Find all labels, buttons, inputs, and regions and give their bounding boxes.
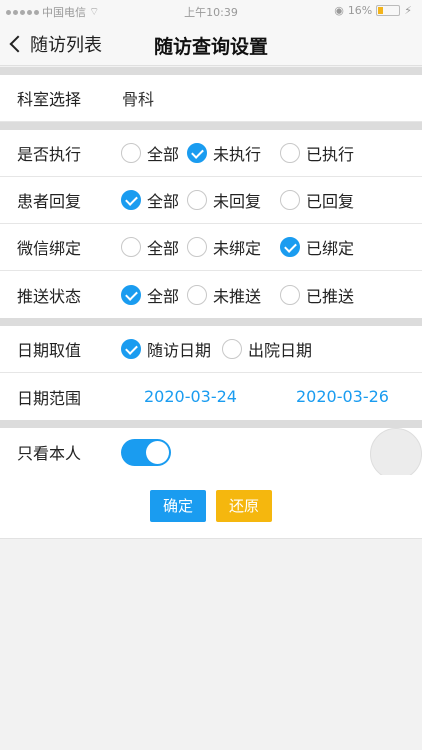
settings-form: 科室选择 骨科 是否执行 全部 未执行 已执行 患者回复 全部 未回复 已回复 … bbox=[0, 67, 422, 475]
push-label: 推送状态 bbox=[17, 286, 82, 306]
option-label: 未推送 bbox=[213, 286, 262, 306]
radio-icon[interactable] bbox=[187, 284, 207, 305]
option-label: 全部 bbox=[147, 286, 180, 306]
option-label: 未绑定 bbox=[213, 239, 262, 258]
assistive-touch-button[interactable] bbox=[370, 428, 422, 480]
executed-label: 是否执行 bbox=[17, 145, 82, 164]
push-option-all[interactable]: 全部 bbox=[121, 283, 179, 307]
battery-icon bbox=[376, 5, 401, 16]
status-right: ◉ 16% ⚡ bbox=[334, 4, 412, 17]
push-row: 推送状态 全部 未推送 已推送 bbox=[0, 271, 422, 318]
reply-label: 患者回复 bbox=[17, 192, 82, 211]
status-bar: 中国电信 ⌔ 上午10:39 ◉ 16% ⚡ bbox=[0, 0, 422, 22]
push-option-not-pushed[interactable]: 未推送 bbox=[187, 283, 261, 307]
option-label: 未执行 bbox=[213, 145, 262, 164]
reply-option-replied[interactable]: 已回复 bbox=[280, 188, 354, 212]
wechat-row: 微信绑定 全部 未绑定 已绑定 bbox=[0, 224, 422, 271]
option-label: 已绑定 bbox=[306, 239, 355, 258]
start-date[interactable]: 2020-03-24 bbox=[144, 387, 237, 406]
executed-row: 是否执行 全部 未执行 已执行 bbox=[0, 130, 422, 177]
divider bbox=[0, 420, 422, 428]
only-me-toggle[interactable] bbox=[121, 439, 171, 466]
option-label: 全部 bbox=[147, 239, 180, 258]
executed-option-all[interactable]: 全部 bbox=[121, 141, 179, 165]
date-type-option-followup[interactable]: 随访日期 bbox=[121, 337, 211, 361]
reply-row: 患者回复 全部 未回复 已回复 bbox=[0, 177, 422, 224]
only-me-label: 只看本人 bbox=[17, 443, 82, 463]
executed-option-executed[interactable]: 已执行 bbox=[280, 141, 354, 165]
nav-bar: 随访列表 随访查询设置 bbox=[0, 22, 422, 66]
radio-icon[interactable] bbox=[187, 237, 207, 257]
radio-icon[interactable] bbox=[121, 237, 141, 257]
divider bbox=[0, 122, 422, 130]
battery-percent: 16% bbox=[347, 4, 373, 17]
radio-icon[interactable] bbox=[280, 190, 300, 210]
only-me-row: 只看本人 bbox=[0, 428, 422, 475]
date-range-row: 日期范围 2020-03-24 2020-03-26 bbox=[0, 373, 422, 420]
reply-option-not-replied[interactable]: 未回复 bbox=[187, 188, 261, 212]
option-label: 全部 bbox=[147, 145, 180, 164]
radio-icon[interactable] bbox=[121, 143, 141, 163]
date-type-row: 日期取值 随访日期 出院日期 bbox=[0, 326, 422, 373]
radio-checked-icon[interactable] bbox=[187, 143, 207, 163]
option-label: 已推送 bbox=[306, 286, 355, 306]
option-label: 出院日期 bbox=[248, 341, 313, 360]
wechat-option-unbound[interactable]: 未绑定 bbox=[187, 235, 261, 259]
push-option-pushed[interactable]: 已推送 bbox=[280, 283, 354, 307]
wechat-label: 微信绑定 bbox=[17, 239, 82, 258]
radio-icon[interactable] bbox=[280, 143, 300, 163]
radio-icon[interactable] bbox=[222, 339, 242, 359]
option-label: 全部 bbox=[147, 192, 180, 211]
department-value[interactable]: 骨科 bbox=[122, 86, 154, 110]
action-bar: 确定 还原 bbox=[0, 475, 422, 539]
reply-option-all[interactable]: 全部 bbox=[121, 188, 179, 212]
wechat-option-bound[interactable]: 已绑定 bbox=[280, 235, 354, 259]
divider bbox=[0, 318, 422, 326]
department-label: 科室选择 bbox=[17, 90, 82, 109]
toggle-knob bbox=[146, 441, 169, 464]
date-range-label: 日期范围 bbox=[17, 388, 82, 408]
option-label: 随访日期 bbox=[147, 341, 212, 360]
option-label: 未回复 bbox=[213, 192, 262, 211]
radio-checked-icon[interactable] bbox=[121, 190, 141, 210]
date-type-option-discharge[interactable]: 出院日期 bbox=[222, 337, 312, 361]
reset-button[interactable]: 还原 bbox=[216, 490, 272, 522]
radio-checked-icon[interactable] bbox=[121, 339, 141, 359]
option-label: 已执行 bbox=[306, 145, 355, 164]
radio-icon[interactable] bbox=[187, 190, 207, 210]
department-row[interactable]: 科室选择 骨科 bbox=[0, 75, 422, 122]
option-label: 已回复 bbox=[306, 192, 355, 211]
radio-checked-icon[interactable] bbox=[280, 237, 300, 257]
end-date[interactable]: 2020-03-26 bbox=[296, 387, 389, 406]
executed-option-not-executed[interactable]: 未执行 bbox=[187, 141, 261, 165]
date-type-label: 日期取值 bbox=[17, 341, 82, 360]
divider bbox=[0, 67, 422, 75]
orientation-lock-icon: ◉ bbox=[334, 4, 344, 17]
confirm-button[interactable]: 确定 bbox=[150, 490, 206, 522]
page-title: 随访查询设置 bbox=[153, 36, 268, 58]
radio-checked-icon[interactable] bbox=[121, 284, 141, 305]
radio-icon[interactable] bbox=[280, 284, 300, 305]
charging-icon: ⚡ bbox=[404, 4, 412, 17]
wechat-option-all[interactable]: 全部 bbox=[121, 235, 179, 259]
